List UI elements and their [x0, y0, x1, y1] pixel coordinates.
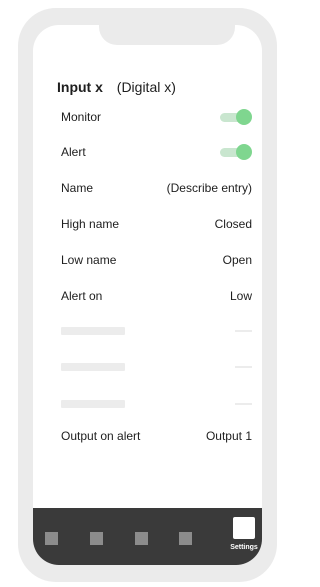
- placeholder-label: [61, 400, 125, 408]
- page-title: Input x (Digital x): [57, 79, 176, 95]
- alert-on-row[interactable]: Alert on Low: [61, 286, 252, 306]
- alert-on-label: Alert on: [61, 289, 103, 303]
- high-name-row[interactable]: High name Closed: [61, 214, 252, 234]
- phone-notch: [99, 25, 235, 45]
- placeholder-value: [235, 403, 252, 405]
- input-title: Input x: [57, 79, 103, 95]
- low-name-label: Low name: [61, 253, 117, 267]
- tab-settings[interactable]: Settings: [227, 517, 261, 563]
- phone-screen: Input x (Digital x) Monitor Alert Name (…: [33, 25, 262, 565]
- placeholder-label: [61, 363, 125, 371]
- name-row[interactable]: Name (Describe entry): [61, 178, 252, 198]
- placeholder-row: [61, 363, 252, 371]
- input-type-subtitle: (Digital x): [116, 79, 176, 95]
- low-name-value[interactable]: Open: [223, 253, 252, 267]
- toggle-knob: [236, 144, 252, 160]
- settings-tab-label: Settings: [230, 544, 258, 551]
- alert-row: Alert: [61, 142, 252, 162]
- placeholder-value: [235, 330, 252, 332]
- tab-3-icon[interactable]: [135, 532, 148, 545]
- toggle-knob: [236, 109, 252, 125]
- placeholder-label: [61, 327, 125, 335]
- high-name-label: High name: [61, 217, 120, 231]
- monitor-row: Monitor: [61, 107, 252, 127]
- placeholder-row: [61, 400, 252, 408]
- monitor-label: Monitor: [61, 110, 102, 124]
- tab-4-icon[interactable]: [179, 532, 192, 545]
- output-on-alert-row[interactable]: Output on alert Output 1: [61, 426, 252, 446]
- output-on-alert-label: Output on alert: [61, 429, 141, 443]
- monitor-toggle[interactable]: [220, 109, 252, 125]
- name-value[interactable]: (Describe entry): [167, 181, 252, 195]
- alert-toggle[interactable]: [220, 144, 252, 160]
- tab-2-icon[interactable]: [90, 532, 103, 545]
- high-name-value[interactable]: Closed: [215, 217, 252, 231]
- placeholder-value: [235, 366, 252, 368]
- bottom-tab-bar: Settings: [33, 508, 262, 565]
- tab-1-icon[interactable]: [45, 532, 58, 545]
- phone-frame: Input x (Digital x) Monitor Alert Name (…: [18, 8, 277, 582]
- settings-tab-icon: [233, 517, 255, 539]
- name-label: Name: [61, 181, 94, 195]
- output-on-alert-value[interactable]: Output 1: [206, 429, 252, 443]
- alert-on-value[interactable]: Low: [230, 289, 252, 303]
- alert-label: Alert: [61, 145, 86, 159]
- low-name-row[interactable]: Low name Open: [61, 250, 252, 270]
- placeholder-row: [61, 327, 252, 335]
